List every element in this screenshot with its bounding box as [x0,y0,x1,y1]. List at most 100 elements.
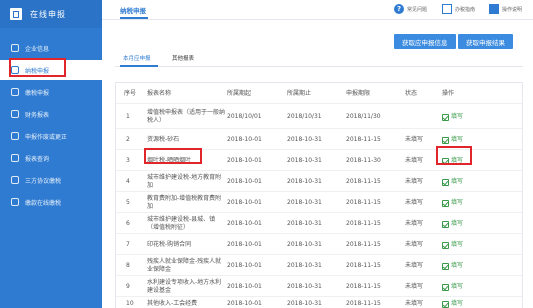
gear-icon [11,44,19,52]
guide-icon [442,4,452,14]
cell-period-start: 2018-10-01 [227,300,262,307]
cell-period-start: 2018-10-01 [227,199,262,206]
get-declaration-info-button[interactable]: 获取应申报信息 [394,34,456,49]
sidebar-item-financial-reports[interactable]: 财务报表 [0,104,102,124]
sidebar-item-label: 财务报表 [25,111,50,119]
cell-report-name: 增值税申报表（适用于一般纳税人） [147,109,226,124]
fill-link-label: 填写 [451,178,464,185]
cell-no: 9 [126,283,130,290]
edit-check-icon [442,199,449,207]
declaration-table: 序号 报表名称 所属期起 所属期止 申报期限 状态 操作 1 增值税申报表（适用于… [115,82,523,308]
fill-link[interactable]: 填写 [442,283,463,291]
fill-link[interactable]: 填写 [442,136,463,144]
cell-status: 未填写 [405,199,424,206]
cell-deadline: 2018-11-15 [346,220,381,227]
cell-period-end: 2018-10-31 [287,262,322,269]
cell-deadline: 2018-11-15 [346,241,381,248]
col-action: 操作 [442,90,455,97]
cell-deadline: 2018/11/30 [346,113,381,120]
fill-link[interactable]: 填写 [442,300,463,308]
highlight-box-row3-action [436,146,472,165]
cell-no: 5 [126,199,130,206]
sidebar-item-online-payment[interactable]: 缴款在线缴税 [0,192,102,212]
cell-report-name: 城市维护建设税-地方教育附加 [147,174,222,189]
fill-link-label: 填写 [451,199,464,206]
cell-report-name: 城市维护建设税-县城、镇（增值税附征） [147,216,216,231]
cell-period-end: 2018-10-31 [287,178,322,185]
cell-deadline: 2018-11-15 [346,262,381,269]
table-row: 10 其他收入-工会经费 2018-10-01 2018-10-31 2018-11-1… [116,296,522,308]
fill-link[interactable]: 填写 [442,220,463,228]
fill-link[interactable]: 填写 [442,113,463,121]
guide-link[interactable]: 办税指南 [442,4,475,14]
sidebar-item-void-correct[interactable]: 申报作废或更正 [0,126,102,146]
fill-link-label: 填写 [451,283,464,290]
faq-link[interactable]: ? 常见问题 [394,4,427,14]
cell-no: 7 [126,241,130,248]
edit-check-icon [442,178,449,186]
col-period-end: 所属期止 [287,90,312,97]
col-no: 序号 [124,90,137,97]
cell-no: 8 [126,262,130,269]
sidebar-item-report-query[interactable]: 报表查询 [0,148,102,168]
col-deadline: 申报期限 [346,90,371,97]
manual-link[interactable]: 操作说明 [489,4,522,14]
cell-status: 未填写 [405,283,424,290]
cell-deadline: 2018-11-15 [346,283,381,290]
cell-no: 6 [126,220,130,227]
guide-label: 办税指南 [455,6,476,13]
fill-link[interactable]: 填写 [442,241,463,249]
sidebar-item-tripartite[interactable]: 三方协议缴税 [0,170,102,190]
cell-no: 10 [126,300,134,307]
cell-no: 2 [126,136,130,143]
cell-status: 未填写 [405,241,424,248]
cell-status: 未填写 [405,220,424,227]
cell-period-end: 2018/10/31 [287,113,322,120]
cell-period-start: 2018-10-01 [227,241,262,248]
cell-no: 3 [126,157,130,164]
cell-status: 未填写 [405,300,424,307]
cell-period-end: 2018-10-31 [287,300,322,307]
edit-check-icon [442,136,449,144]
tab-other-reports[interactable]: 其他报表 [172,54,194,62]
cell-report-name: 水利建设专项收入-地方水利建设基金 [147,279,222,294]
fill-link[interactable]: 填写 [442,262,463,270]
sidebar: 在线申报 企业信息 纳税申报 缴税申报 财务报表 申报作废或更正 报表查询 三方… [0,0,102,308]
cell-period-start: 2018-10-01 [227,136,262,143]
cell-deadline: 2018-11-15 [346,136,381,143]
cell-period-end: 2018-10-31 [287,241,322,248]
cell-period-end: 2018-10-31 [287,220,322,227]
sidebar-item-label: 报表查询 [25,155,50,163]
sidebar-item-tax-payment[interactable]: 缴税申报 [0,82,102,102]
cell-deadline: 2018-11-15 [346,199,381,206]
app-logo-icon [10,8,22,20]
cell-period-end: 2018-10-31 [287,199,322,206]
question-icon: ? [394,4,404,14]
get-declaration-result-button[interactable]: 获取申报结果 [458,34,513,49]
table-row: 1 增值税申报表（适用于一般纳税人） 2018/10/01 2018/10/31 201… [116,103,522,128]
sidebar-item-company-info[interactable]: 企业信息 [0,38,102,58]
cell-period-start: 2018-10-01 [227,157,262,164]
edit-check-icon [442,300,449,308]
top-bar: 纳税申报 ? 常见问题 办税指南 操作说明 [102,0,533,20]
table-header: 序号 报表名称 所属期起 所属期止 申报期限 状态 操作 [116,83,522,103]
cell-report-name: 资源税-砂石 [147,136,180,143]
manual-icon [489,4,499,14]
tab-this-month[interactable]: 本月应申报 [123,54,151,62]
cell-period-start: 2018-10-01 [227,283,262,290]
table-row: 7 印花税-购销合同 2018-10-01 2018-10-31 2018-11-15 未… [116,233,522,254]
fill-link-label: 填写 [451,241,464,248]
edit-check-icon [442,220,449,228]
highlight-box-sidebar [9,58,66,77]
cell-status: 未填写 [405,157,424,164]
cell-status: 未填写 [405,262,424,269]
fill-link-label: 填写 [451,220,464,227]
fill-link[interactable]: 填写 [442,178,463,186]
cell-report-name: 残疾人就业保障金-残疾人就业保障金 [147,258,222,273]
cell-period-start: 2018-10-01 [227,262,262,269]
tab-divider [115,66,523,67]
fill-link[interactable]: 填写 [442,199,463,207]
cell-period-start: 2018/10/01 [227,113,262,120]
fill-link-label: 填写 [451,113,464,120]
tax-icon [11,88,19,96]
